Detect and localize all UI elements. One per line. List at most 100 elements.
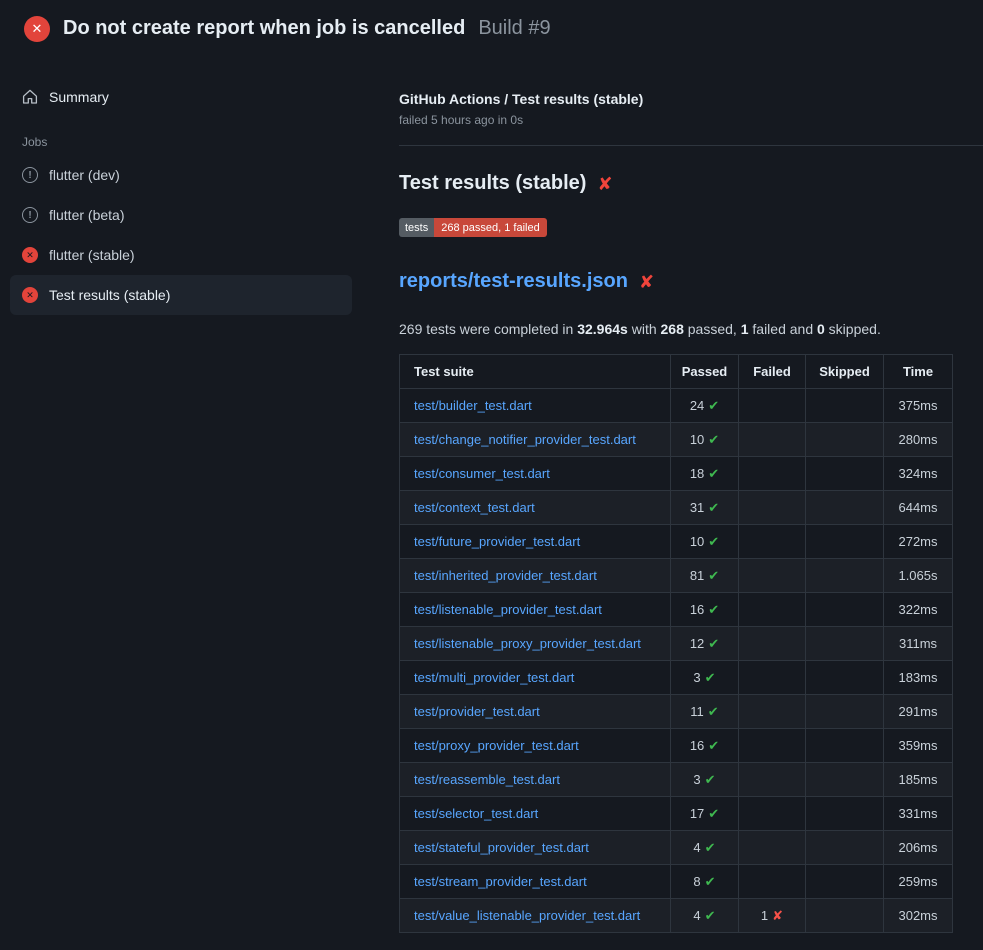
time-cell: 185ms <box>884 763 953 797</box>
cancelled-icon: ! <box>22 207 38 223</box>
check-icon: ✔ <box>705 670 716 685</box>
check-icon: ✔ <box>705 840 716 855</box>
job-label: Test results (stable) <box>49 287 170 303</box>
sidebar-item-flutter-stable[interactable]: ✕ flutter (stable) <box>10 235 352 275</box>
failed-count: 1 <box>761 908 768 923</box>
sidebar-item-flutter-dev[interactable]: ! flutter (dev) <box>10 155 352 195</box>
failed-cell <box>739 661 806 695</box>
job-label: flutter (beta) <box>49 207 124 223</box>
x-glyph: ✕ <box>26 290 34 301</box>
failed-cell <box>739 491 806 525</box>
summary-line: 269 tests were completed in 32.964s with… <box>399 321 952 337</box>
time-cell: 311ms <box>884 627 953 661</box>
suite-link[interactable]: test/inherited_provider_test.dart <box>414 568 597 583</box>
passed-cell: 10✔ <box>671 525 739 559</box>
table-row: test/context_test.dart 31✔ 644ms <box>400 491 953 525</box>
suite-link[interactable]: test/reassemble_test.dart <box>414 772 560 787</box>
suite-link[interactable]: test/consumer_test.dart <box>414 466 550 481</box>
failed-cell <box>739 457 806 491</box>
failed-icon: ✕ <box>22 287 38 303</box>
passed-cell: 31✔ <box>671 491 739 525</box>
passed-count: 31 <box>690 500 704 515</box>
sidebar-summary-label: Summary <box>49 89 109 105</box>
x-glyph: ✕ <box>26 250 34 261</box>
failed-cell <box>739 865 806 899</box>
summary-skipped: 0 <box>817 321 825 337</box>
table-row: test/consumer_test.dart 18✔ 324ms <box>400 457 953 491</box>
x-mark-icon: ✘ <box>597 175 612 193</box>
suite-link[interactable]: test/listenable_proxy_provider_test.dart <box>414 636 641 651</box>
suite-link[interactable]: test/builder_test.dart <box>414 398 532 413</box>
run-failed-icon: ✕ <box>24 16 50 42</box>
run-title: Do not create report when job is cancell… <box>63 17 465 40</box>
summary-text: failed and <box>749 321 818 337</box>
section-title-text: Test results (stable) <box>399 172 586 195</box>
suite-link[interactable]: test/stream_provider_test.dart <box>414 874 587 889</box>
exclaim-glyph: ! <box>28 170 31 181</box>
skipped-cell <box>806 661 884 695</box>
table-row: test/selector_test.dart 17✔ 331ms <box>400 797 953 831</box>
results-table: Test suite Passed Failed Skipped Time te… <box>399 354 953 933</box>
passed-count: 11 <box>690 704 704 719</box>
passed-cell: 16✔ <box>671 729 739 763</box>
suite-link[interactable]: test/multi_provider_test.dart <box>414 670 574 685</box>
passed-count: 16 <box>690 738 704 753</box>
sidebar-item-summary[interactable]: Summary <box>10 83 352 111</box>
run-meta: failed 5 hours ago in 0s <box>399 113 983 127</box>
suite-link[interactable]: test/selector_test.dart <box>414 806 538 821</box>
suite-link[interactable]: test/context_test.dart <box>414 500 535 515</box>
results-table-body: test/builder_test.dart 24✔ 375ms test/ch… <box>400 389 953 933</box>
sidebar-item-test-results-stable[interactable]: ✕ Test results (stable) <box>10 275 352 315</box>
passed-count: 18 <box>690 466 704 481</box>
table-row: test/reassemble_test.dart 3✔ 185ms <box>400 763 953 797</box>
suite-link[interactable]: test/listenable_provider_test.dart <box>414 602 602 617</box>
col-header-time: Time <box>884 355 953 389</box>
x-glyph: ✕ <box>32 21 43 37</box>
job-label: flutter (dev) <box>49 167 120 183</box>
suite-link[interactable]: test/proxy_provider_test.dart <box>414 738 579 753</box>
table-row: test/builder_test.dart 24✔ 375ms <box>400 389 953 423</box>
time-cell: 272ms <box>884 525 953 559</box>
col-header-failed: Failed <box>739 355 806 389</box>
passed-cell: 16 ✔ <box>671 593 739 627</box>
check-icon: ✔ <box>708 704 719 719</box>
passed-count: 4 <box>693 908 700 923</box>
exclaim-glyph: ! <box>28 210 31 221</box>
failed-icon: ✕ <box>22 247 38 263</box>
table-row: test/proxy_provider_test.dart 16✔ 359ms <box>400 729 953 763</box>
run-header: ✕ Do not create report when job is cance… <box>0 0 983 57</box>
passed-cell: 4✔ <box>671 831 739 865</box>
skipped-cell <box>806 525 884 559</box>
suite-link[interactable]: test/stateful_provider_test.dart <box>414 840 589 855</box>
check-icon: ✔ <box>708 398 719 413</box>
suite-link[interactable]: test/provider_test.dart <box>414 704 540 719</box>
sidebar-item-flutter-beta[interactable]: ! flutter (beta) <box>10 195 352 235</box>
passed-count: 3 <box>693 670 700 685</box>
passed-count: 24 <box>690 398 704 413</box>
passed-count: 16 <box>690 602 704 617</box>
table-row: test/listenable_provider_test.dart 16✔ 3… <box>400 593 953 627</box>
skipped-cell <box>806 457 884 491</box>
x-icon: ✘ <box>772 908 783 923</box>
check-icon: ✔ <box>708 602 719 617</box>
failed-cell <box>739 831 806 865</box>
passed-cell: 11 ✔ <box>671 695 739 729</box>
suite-link[interactable]: test/value_listenable_provider_test.dart <box>414 908 640 923</box>
check-icon: ✔ <box>708 568 719 583</box>
table-row: test/multi_provider_test.dart 3✔ 183ms <box>400 661 953 695</box>
summary-duration: 32.964s <box>577 321 628 337</box>
passed-cell: 12✔ <box>671 627 739 661</box>
failed-cell: 1✘ <box>739 899 806 933</box>
check-run-panel: GitHub Actions / Test results (stable) f… <box>362 57 983 933</box>
suite-link[interactable]: test/future_provider_test.dart <box>414 534 580 549</box>
passed-cell: 81✔ <box>671 559 739 593</box>
report-link[interactable]: reports/test-results.json <box>399 270 628 293</box>
passed-cell: 10✔ <box>671 423 739 457</box>
summary-text: passed, <box>684 321 741 337</box>
table-row: test/value_listenable_provider_test.dart… <box>400 899 953 933</box>
summary-text: with <box>628 321 661 337</box>
time-cell: 302ms <box>884 899 953 933</box>
failed-cell <box>739 423 806 457</box>
suite-link[interactable]: test/change_notifier_provider_test.dart <box>414 432 636 447</box>
time-cell: 280ms <box>884 423 953 457</box>
